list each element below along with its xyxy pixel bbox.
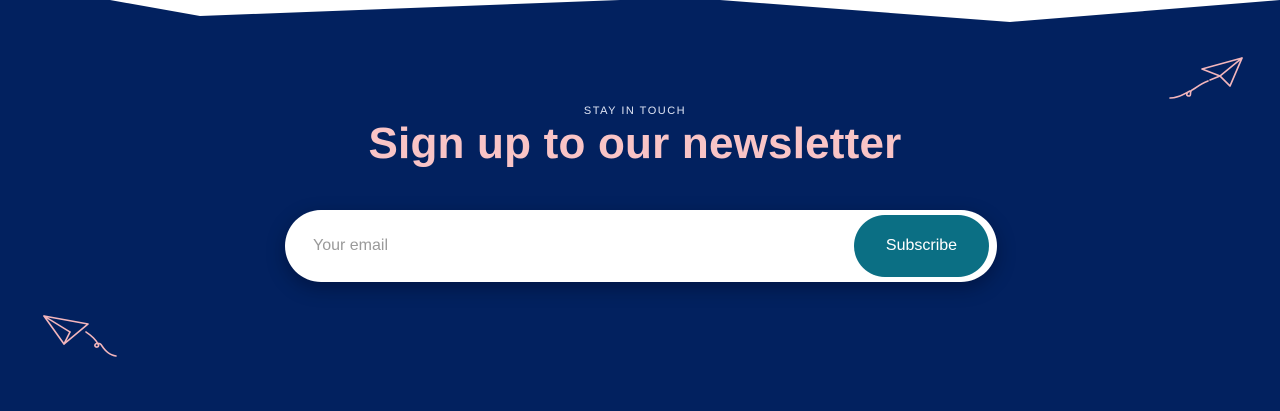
background-shape	[0, 0, 1280, 411]
section-background	[0, 0, 1280, 411]
paper-plane-icon	[43, 315, 117, 357]
email-input[interactable]	[313, 228, 833, 264]
newsletter-headline: Sign up to our newsletter	[368, 119, 902, 168]
paper-plane-icon	[1169, 57, 1243, 99]
eyebrow-label: STAY IN TOUCH	[583, 105, 687, 117]
subscribe-form: Subscribe	[285, 210, 997, 282]
newsletter-section: STAY IN TOUCH Sign up to our newsletter …	[0, 0, 1280, 411]
subscribe-button[interactable]: Subscribe	[854, 215, 989, 277]
